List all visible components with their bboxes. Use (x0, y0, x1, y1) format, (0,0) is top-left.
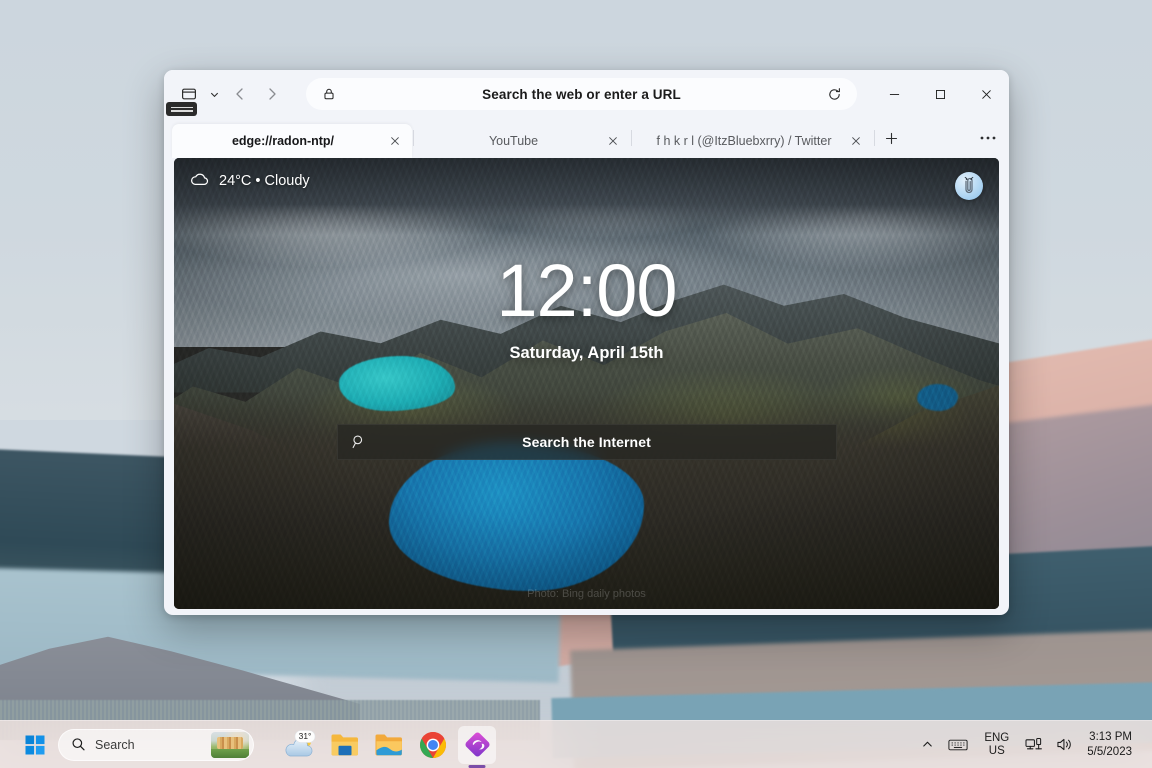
tab-close-icon[interactable] (602, 130, 624, 152)
cloud-icon (190, 172, 210, 190)
address-bar[interactable]: Search the web or enter a URL (306, 78, 857, 110)
tab-2[interactable]: f h k r l (@ItzBluebxrry) / Twitter (633, 124, 873, 158)
tab-label: f h k r l (@ItzBluebxrry) / Twitter (656, 134, 832, 148)
language-line-2: US (988, 744, 1005, 757)
ntp-time: 12:00 (496, 249, 677, 332)
ntp-search-box[interactable]: Search the Internet (336, 424, 837, 460)
tab-label: YouTube (488, 134, 539, 148)
chevron-down-icon[interactable] (204, 79, 224, 109)
lock-icon (316, 87, 342, 101)
weather-temp-label: 31° (299, 731, 312, 741)
tab-0[interactable]: edge://radon-ntp/ (172, 124, 412, 158)
clock-date-button[interactable]: 3:13 PM 5/5/2023 (1081, 730, 1142, 760)
tab-1[interactable]: YouTube (415, 124, 630, 158)
maximize-button[interactable] (917, 70, 963, 118)
edge-browser-window[interactable]: Search the web or enter a URL edge://rad… (164, 70, 1009, 615)
search-icon (71, 737, 86, 752)
volume-icon[interactable] (1050, 727, 1079, 763)
taskbar-google-chrome[interactable] (414, 726, 452, 764)
minimize-button[interactable] (871, 70, 917, 118)
back-button[interactable] (224, 78, 256, 110)
reload-button[interactable] (821, 87, 847, 102)
tab-separator (631, 130, 632, 146)
taskbar-search-input[interactable]: Search (95, 738, 211, 752)
tab-separator (413, 130, 414, 146)
browser-toolbar: Search the web or enter a URL (164, 70, 1009, 118)
weather-widget[interactable]: 24°C • Cloudy (190, 172, 310, 190)
tab-separator (874, 130, 875, 146)
tab-strip: edge://radon-ntp/ YouTube f h k r l (@It… (164, 118, 1009, 158)
tab-label: edge://radon-ntp/ (231, 134, 335, 148)
search-icon (338, 434, 380, 450)
taskbar-edge-canary[interactable] (458, 725, 496, 764)
new-tab-button[interactable] (876, 123, 906, 153)
tab-close-icon[interactable] (845, 130, 867, 152)
taskbar[interactable]: Search 31° ENG US 3:13 PM 5/5/2023 (0, 720, 1152, 768)
taskbar-file-explorer[interactable] (326, 726, 364, 764)
tab-actions-tooltip (166, 102, 197, 116)
address-input[interactable]: Search the web or enter a URL (342, 87, 821, 102)
start-button[interactable] (18, 728, 52, 762)
tab-overflow-button[interactable] (973, 123, 1003, 153)
tray-date: 5/5/2023 (1087, 745, 1132, 758)
taskbar-apps: 31° (282, 725, 496, 764)
window-controls (871, 70, 1009, 118)
taskbar-file-explorer-alt[interactable] (370, 726, 408, 764)
search-highlight-thumbnail[interactable] (211, 731, 249, 758)
ntp-date: Saturday, April 15th (509, 344, 664, 362)
clippy-avatar[interactable] (955, 172, 983, 200)
photo-credit: Photo: Bing daily photos (527, 588, 646, 600)
tab-close-icon[interactable] (384, 130, 406, 152)
ntp-search-input[interactable]: Search the Internet (380, 434, 836, 450)
tray-time: 3:13 PM (1089, 730, 1132, 743)
weather-text: 24°C • Cloudy (219, 173, 310, 189)
network-icon[interactable] (1019, 727, 1048, 763)
new-tab-page[interactable]: 24°C • Cloudy 12:00 Saturday, April 15th… (174, 158, 999, 609)
close-button[interactable] (963, 70, 1009, 118)
forward-button[interactable] (256, 78, 288, 110)
taskbar-left: Search (0, 728, 254, 762)
ntp-photo-vignette (174, 158, 999, 609)
taskbar-weather-widget[interactable]: 31° (282, 726, 320, 764)
language-indicator[interactable]: ENG US (976, 727, 1017, 763)
touch-keyboard-button[interactable] (942, 727, 974, 763)
taskbar-search-box[interactable]: Search (58, 728, 254, 761)
show-hidden-icons-button[interactable] (915, 727, 940, 763)
system-tray: ENG US 3:13 PM 5/5/2023 (915, 727, 1152, 763)
language-line-1: ENG (984, 731, 1010, 744)
ntp-clock: 12:00 Saturday, April 15th (174, 254, 999, 363)
